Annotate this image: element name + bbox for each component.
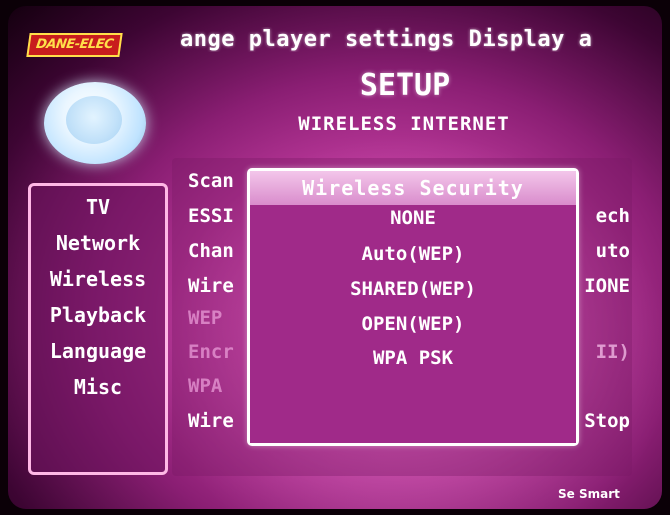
sidebar-item-network[interactable]: Network [31,231,165,255]
brand-logo: DANE-ELEC [26,33,123,57]
setting-value-encryption: II) [595,341,630,363]
wireless-security-dialog: Wireless Security NONE Auto(WEP) SHARED(… [247,168,579,446]
option-none[interactable]: NONE [250,207,576,229]
sidebar-item-wireless[interactable]: Wireless [31,267,165,291]
sidebar-item-language[interactable]: Language [31,339,165,363]
setting-label-wireless-connect[interactable]: Wire [188,410,234,432]
page-subtitle: WIRELESS INTERNET [298,113,510,135]
sidebar-menu: TV Network Wireless Playback Language Mi… [28,183,168,475]
dialog-title: Wireless Security [250,171,576,205]
setting-value-wireless-security: IONE [584,275,630,297]
sidebar-item-tv[interactable]: TV [31,195,165,219]
page-title: SETUP [359,68,451,103]
sidebar-item-misc[interactable]: Misc [31,375,165,399]
setting-value-channel: uto [595,240,630,262]
setting-value-wireless-connect: Stop [584,410,630,432]
scrolling-ticker: ange player settings Display a [180,27,593,52]
setting-label-essid[interactable]: ESSI [188,205,234,227]
globe-icon [44,82,146,164]
setting-label-scan[interactable]: Scan [188,170,234,192]
dialog-options: NONE Auto(WEP) SHARED(WEP) OPEN(WEP) WPA… [250,205,576,443]
setting-label-channel[interactable]: Chan [188,240,234,262]
sidebar-item-playback[interactable]: Playback [31,303,165,327]
footer-brand: Se Smart [558,487,620,501]
option-auto-wep[interactable]: Auto(WEP) [250,243,576,265]
setting-label-wep[interactable]: WEP [188,307,222,329]
setting-label-wireless-security[interactable]: Wire [188,275,234,297]
option-wpa-psk[interactable]: WPA PSK [250,347,576,369]
setting-label-encryption[interactable]: Encr [188,341,234,363]
option-shared-wep[interactable]: SHARED(WEP) [250,278,576,300]
setting-label-wpa[interactable]: WPA [188,375,222,397]
option-open-wep[interactable]: OPEN(WEP) [250,313,576,335]
setting-value-essid: ech [595,205,630,227]
